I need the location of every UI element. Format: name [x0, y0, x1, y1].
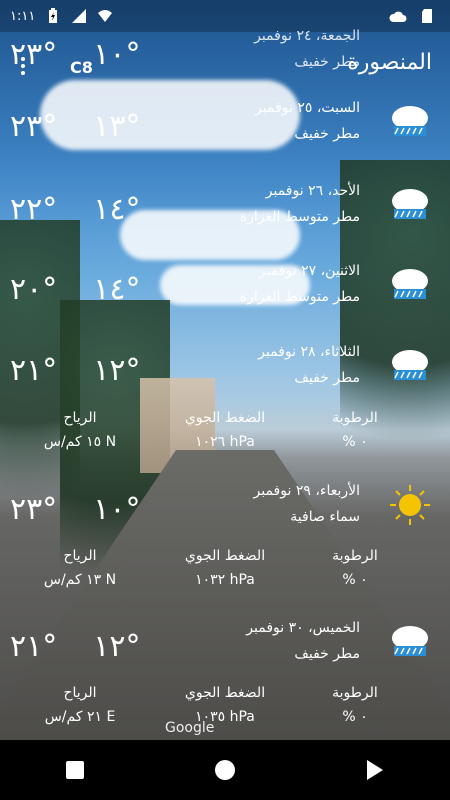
humidity-label: الرطوبة: [332, 410, 378, 426]
navigation-bar: [0, 740, 450, 800]
pressure-value: ١٠٣٢ hPa: [195, 572, 255, 588]
weather-details: الرطوبة % ٠ الضغط الجوي ١٠٣٢ hPa الرياح …: [0, 548, 450, 608]
day-condition: سماء صافية: [290, 509, 360, 525]
pressure-value: ١٠٢٦ hPa: [195, 434, 255, 450]
day-date: الثلاثاء، ٢٨ نوفمبر: [258, 344, 360, 360]
wind-block: الرياح ٢١ كم/س E: [10, 685, 150, 725]
rain-cloud-icon: [392, 189, 428, 219]
weather-details: الرطوبة % ٠ الضغط الجوي ١٠٢٦ hPa الرياح …: [0, 410, 450, 470]
battery-charging-icon: [49, 8, 58, 23]
forecast-row[interactable]: °٢٣ °١٣ السبت، ٢٥ نوفمبر مطر خفيف: [0, 100, 450, 180]
humidity-value: % ٠: [342, 434, 368, 450]
google-attribution: Google: [165, 720, 215, 736]
low-temp: °١٤: [93, 272, 141, 307]
humidity-value: % ٠: [342, 709, 368, 725]
pressure-label: الضغط الجوي: [184, 410, 266, 426]
high-temp: °٢٢: [10, 192, 58, 227]
wind-value: ١٥ كم/س N: [43, 434, 117, 450]
pressure-block: الضغط الجوي ١٠٢٦ hPa: [155, 410, 295, 450]
day-condition: مطر خفيف: [294, 126, 360, 142]
home-button[interactable]: [200, 745, 250, 795]
home-icon: [215, 760, 235, 780]
signal-icon: [72, 9, 87, 23]
wind-value: ١٣ كم/س N: [43, 572, 117, 588]
low-temp: °١٠: [93, 37, 141, 72]
wind-label: الرياح: [63, 410, 97, 426]
humidity-label: الرطوبة: [332, 548, 378, 564]
wind-block: الرياح ١٥ كم/س N: [10, 410, 150, 450]
humidity-value: % ٠: [342, 572, 368, 588]
day-condition: مطر متوسط الغزارة: [239, 209, 360, 225]
humidity-block: الرطوبة % ٠: [285, 548, 425, 588]
pressure-label: الضغط الجوي: [184, 685, 266, 701]
humidity-block: الرطوبة % ٠: [285, 685, 425, 725]
day-date: الأربعاء، ٢٩ نوفمبر: [253, 483, 360, 499]
day-condition: مطر خفيف: [294, 54, 360, 70]
high-temp: °٢٣: [10, 37, 58, 72]
low-temp: °١٣: [93, 109, 141, 144]
wind-value: ٢١ كم/س E: [44, 709, 116, 725]
temps: °٢١ °١٢: [10, 356, 140, 386]
high-temp: °٢٣: [10, 109, 58, 144]
temps: °٢٢ °١٤: [10, 195, 140, 225]
forecast-row[interactable]: °٢٣ °١٠ الجمعة، ٢٤ نوفمبر مطر خفيف: [0, 28, 450, 108]
low-temp: °١٠: [93, 492, 141, 527]
weather-screen: ١:١١ C8 المنصورة °٢٣ °١٠ الجمعة، ٢٤ نوفم…: [0, 0, 450, 740]
humidity-block: الرطوبة % ٠: [285, 410, 425, 450]
weather-details: الرطوبة % ٠ الضغط الجوي ١٠٣٥ hPa الرياح …: [0, 685, 450, 740]
wifi-icon: [98, 10, 113, 22]
rain-cloud-icon: [392, 106, 428, 136]
day-date: السبت، ٢٥ نوفمبر: [255, 100, 360, 116]
wind-block: الرياح ١٣ كم/س N: [10, 548, 150, 588]
rain-cloud-icon: [392, 350, 428, 380]
day-condition: مطر متوسط الغزارة: [239, 289, 360, 305]
clock: ١:١١: [10, 8, 36, 24]
low-temp: °١٢: [93, 629, 141, 664]
wind-label: الرياح: [63, 548, 97, 564]
back-icon: [367, 760, 383, 780]
temps: °٢١ °١٢: [10, 632, 140, 662]
rain-cloud-icon: [392, 626, 428, 656]
rain-cloud-icon: [392, 269, 428, 299]
temps: °٢٣ °١٣: [10, 112, 140, 142]
high-temp: °٢٣: [10, 492, 58, 527]
temps: °٢٣ °١٠: [10, 495, 140, 525]
low-temp: °١٢: [93, 353, 141, 388]
high-temp: °٢٠: [10, 272, 58, 307]
back-button[interactable]: [350, 745, 400, 795]
sun-icon: [390, 485, 430, 525]
cloud-icon: [389, 11, 407, 22]
humidity-label: الرطوبة: [332, 685, 378, 701]
pressure-block: الضغط الجوي ١٠٣٥ hPa: [155, 685, 295, 725]
day-date: الأحد، ٢٦ نوفمبر: [265, 183, 360, 199]
pressure-label: الضغط الجوي: [184, 548, 266, 564]
temps: °٢٠ °١٤: [10, 275, 140, 305]
recent-apps-button[interactable]: [50, 745, 100, 795]
forecast-row[interactable]: °٢٢ °١٤ الأحد، ٢٦ نوفمبر مطر متوسط الغزا…: [0, 183, 450, 263]
day-date: الخميس، ٣٠ نوفمبر: [246, 620, 360, 636]
day-date: الجمعة، ٢٤ نوفمبر: [254, 28, 360, 44]
day-condition: مطر خفيف: [294, 370, 360, 386]
low-temp: °١٤: [93, 192, 141, 227]
sd-card-icon: [422, 9, 432, 23]
day-condition: مطر خفيف: [294, 646, 360, 662]
forecast-row[interactable]: °٢٠ °١٤ الاثنين، ٢٧ نوفمبر مطر متوسط الغ…: [0, 263, 450, 343]
pressure-block: الضغط الجوي ١٠٣٢ hPa: [155, 548, 295, 588]
day-date: الاثنين، ٢٧ نوفمبر: [258, 263, 360, 279]
wind-label: الرياح: [63, 685, 97, 701]
temps: °٢٣ °١٠: [10, 40, 140, 70]
recent-apps-icon: [66, 761, 84, 779]
high-temp: °٢١: [10, 353, 58, 388]
high-temp: °٢١: [10, 629, 58, 664]
